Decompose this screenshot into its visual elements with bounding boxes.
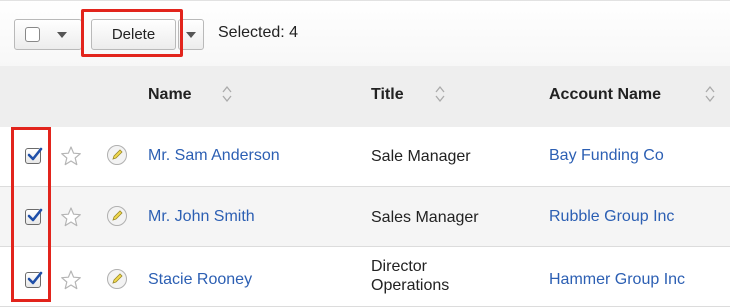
selected-checkboxes-highlight — [11, 127, 51, 302]
contact-name-link[interactable]: Mr. Sam Anderson — [148, 147, 280, 165]
star-icon[interactable] — [60, 269, 82, 291]
table-row: Stacie Rooney Director Operations Hammer… — [0, 247, 730, 307]
contact-name-link[interactable]: Stacie Rooney — [148, 271, 252, 289]
mass-select-dropdown[interactable] — [14, 19, 82, 50]
account-name-link[interactable]: Bay Funding Co — [549, 147, 664, 165]
sort-icon[interactable] — [704, 83, 716, 105]
sort-icon[interactable] — [221, 83, 233, 105]
chevron-down-icon — [186, 32, 196, 38]
edit-icon[interactable] — [106, 268, 128, 290]
toolbar-top-border — [0, 0, 730, 1]
table-row: Mr. Sam Anderson Sale Manager Bay Fundin… — [0, 127, 730, 187]
star-icon[interactable] — [60, 145, 82, 167]
account-name-link[interactable]: Hammer Group Inc — [549, 271, 685, 289]
column-header-name[interactable]: Name — [148, 86, 192, 104]
table-row: Mr. John Smith Sales Manager Rubble Grou… — [0, 187, 730, 247]
column-header-title[interactable]: Title — [371, 86, 404, 104]
chevron-down-icon — [57, 32, 67, 38]
edit-icon[interactable] — [106, 205, 128, 227]
account-name-link[interactable]: Rubble Group Inc — [549, 208, 674, 226]
title-cell: Director Operations — [371, 257, 449, 295]
title-cell: Sale Manager — [371, 148, 471, 165]
selected-count: Selected: 4 — [218, 24, 299, 41]
column-header-account-name[interactable]: Account Name — [549, 86, 661, 104]
title-cell: Sales Manager — [371, 209, 479, 226]
select-all-checkbox[interactable] — [25, 27, 40, 42]
title-line: Director — [371, 258, 428, 275]
edit-icon[interactable] — [106, 144, 128, 166]
delete-button-highlight — [81, 9, 183, 57]
sort-icon[interactable] — [434, 83, 446, 105]
table-header: Name Title Account Name — [0, 66, 730, 128]
star-icon[interactable] — [60, 206, 82, 228]
title-line: Operations — [371, 277, 450, 294]
contact-name-link[interactable]: Mr. John Smith — [148, 208, 255, 226]
